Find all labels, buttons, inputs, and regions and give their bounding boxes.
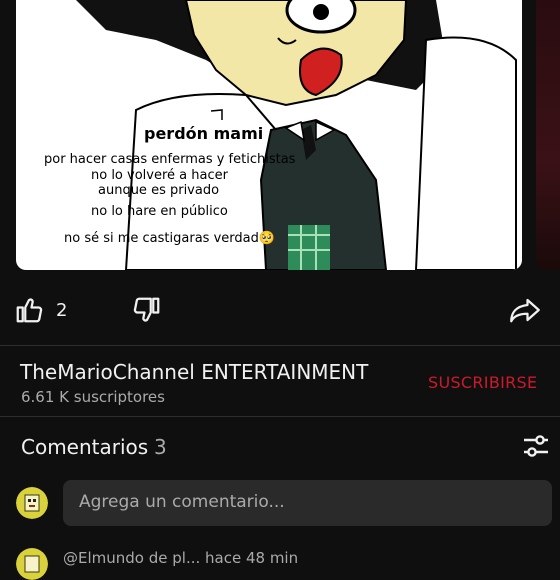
next-video-peek[interactable] bbox=[536, 0, 560, 270]
divider bbox=[0, 345, 560, 346]
dislike-button[interactable] bbox=[132, 292, 162, 328]
like-button[interactable]: 2 bbox=[14, 292, 67, 328]
comments-title: Comentarios bbox=[21, 435, 149, 459]
subscriber-count: 6.61 K suscriptores bbox=[21, 388, 165, 406]
overlay-line: no lo volveré a hacer bbox=[91, 168, 228, 183]
thumbs-down-icon bbox=[133, 297, 160, 322]
media-area: perdón mami por hacer casas enfermas y f… bbox=[0, 0, 560, 285]
filter-sliders-icon bbox=[524, 435, 548, 457]
comment-author-line: @Elmundo de pl... hace 48 min bbox=[63, 549, 299, 567]
cartoon-image bbox=[16, 0, 522, 270]
channel-name[interactable]: TheMarioChannel ENTERTAINMENT bbox=[20, 360, 368, 384]
comments-sort-button[interactable] bbox=[520, 430, 552, 462]
action-bar: 2 bbox=[0, 290, 560, 330]
share-icon bbox=[510, 298, 540, 323]
user-avatar bbox=[16, 487, 48, 519]
share-button[interactable] bbox=[508, 292, 542, 328]
overlay-line: por hacer casas enfermas y fetichistas bbox=[44, 152, 296, 167]
overlay-line: aunque es privado bbox=[98, 183, 220, 198]
divider bbox=[0, 416, 560, 417]
video-frame[interactable]: perdón mami por hacer casas enfermas y f… bbox=[16, 0, 522, 270]
overlay-line: no lo hare en público bbox=[91, 204, 228, 219]
overlay-line: no sé si me castigaras verdad🥺 bbox=[64, 231, 276, 246]
like-count: 2 bbox=[56, 299, 68, 321]
comments-count: 3 bbox=[154, 435, 167, 459]
subscribe-button[interactable]: SUSCRIBIRSE bbox=[428, 373, 537, 392]
comment-input[interactable]: Agrega un comentario... bbox=[63, 480, 552, 526]
overlay-title: perdón mami bbox=[144, 124, 264, 143]
thumbs-up-icon bbox=[16, 298, 43, 323]
commenter-avatar bbox=[16, 548, 48, 580]
